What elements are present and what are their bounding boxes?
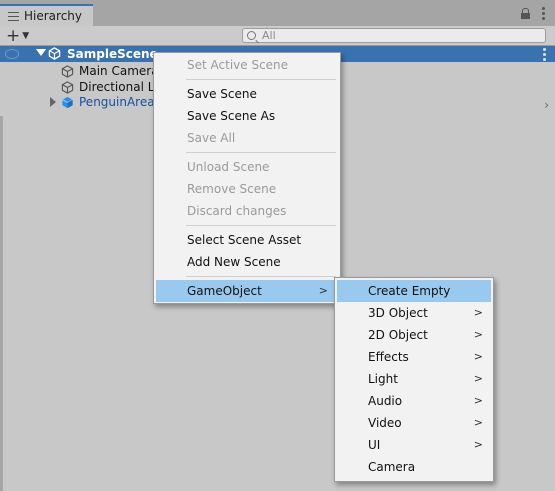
item-label: PenguinAreat [79,95,160,109]
menu-item-ui[interactable]: UI > [335,434,493,456]
gameobject-cube-icon [61,64,74,78]
hierarchy-toolbar: + ▼ All [0,26,555,46]
menu-item-unload-scene[interactable]: Unload Scene [154,156,340,178]
menu-item-effects[interactable]: Effects > [335,346,493,368]
menu-item-save-scene-as[interactable]: Save Scene As [154,105,340,127]
submenu-arrow-icon: > [473,394,483,407]
item-label: Directional Li [79,80,158,94]
menu-item-light[interactable]: Light > [335,368,493,390]
menu-item-remove-scene[interactable]: Remove Scene [154,178,340,200]
submenu-arrow-icon: > [473,438,483,451]
prefab-cube-icon [62,96,73,108]
search-placeholder: All [262,29,276,42]
search-input[interactable]: All [242,28,546,43]
menu-item-select-scene-asset[interactable]: Select Scene Asset [154,229,340,251]
search-icon [247,31,256,40]
submenu-arrow-icon: > [473,328,483,341]
more-options-icon[interactable] [542,7,545,20]
gameobject-submenu: Create Empty 3D Object > 2D Object > Eff… [334,277,494,482]
menu-item-label: UI [368,438,381,452]
menu-item-label: Light [368,372,398,386]
lock-icon[interactable] [521,8,530,19]
tab-hierarchy[interactable]: Hierarchy [0,4,93,26]
menu-item-label: GameObject [187,284,262,298]
expand-arrow-icon[interactable] [50,97,56,107]
tab-strip: Hierarchy [0,0,555,26]
visibility-icon[interactable] [5,49,19,59]
menu-item-video[interactable]: Video > [335,412,493,434]
menu-item-3d-object[interactable]: 3D Object > [335,302,493,324]
tab-title: Hierarchy [24,9,83,23]
hierarchy-item-main-camera[interactable]: Main Camera [61,63,159,79]
menu-item-label: 3D Object [368,306,428,320]
tab-controls [521,7,545,20]
chevron-right-icon[interactable]: › [544,98,549,112]
menu-item-audio[interactable]: Audio > [335,390,493,412]
menu-item-save-scene[interactable]: Save Scene [154,83,340,105]
menu-item-discard-changes[interactable]: Discard changes [154,200,340,222]
submenu-arrow-icon: > [318,284,328,297]
menu-item-camera[interactable]: Camera [335,456,493,478]
gameobject-cube-icon [61,80,74,94]
menu-item-gameobject[interactable]: GameObject > [156,280,338,302]
menu-item-label: 2D Object [368,328,428,342]
submenu-arrow-icon: > [473,416,483,429]
submenu-arrow-icon: > [473,350,483,363]
menu-item-add-new-scene[interactable]: Add New Scene [154,251,340,273]
menu-separator [186,276,336,277]
scene-options-icon[interactable] [543,48,546,61]
hierarchy-item-penguin-area[interactable]: PenguinAreat [61,94,159,110]
panel-edge [0,116,3,491]
menu-separator [186,152,336,153]
menu-item-label: Audio [368,394,403,408]
submenu-arrow-icon: > [473,306,483,319]
scene-name: SampleScene [67,47,158,61]
submenu-arrow-icon: > [473,372,483,385]
menu-item-create-empty[interactable]: Create Empty [337,280,491,302]
hierarchy-item-directional-light[interactable]: Directional Li [61,79,158,95]
item-label: Main Camera [79,64,159,78]
menu-separator [186,225,336,226]
create-button[interactable]: + ▼ [6,25,30,46]
menu-item-2d-object[interactable]: 2D Object > [335,324,493,346]
menu-item-set-active-scene[interactable]: Set Active Scene [154,54,340,76]
caret-down-icon: ▼ [22,30,30,41]
menu-item-label: Effects [368,350,409,364]
hamburger-icon [8,11,19,21]
menu-item-save-all[interactable]: Save All [154,127,340,149]
menu-item-label: Video [368,416,402,430]
plus-icon: + [6,25,21,46]
menu-separator [186,79,336,80]
expand-arrow-icon[interactable] [36,49,46,56]
scene-context-menu: Set Active Scene Save Scene Save Scene A… [153,52,341,304]
unity-scene-icon [48,47,61,60]
